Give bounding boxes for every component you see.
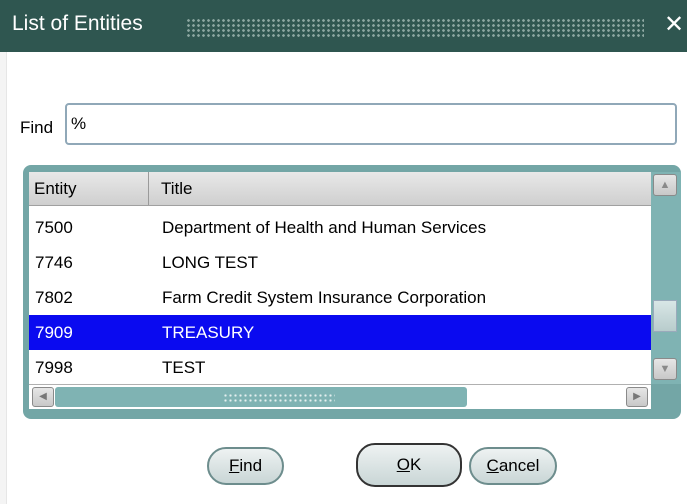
cell-entity: 7802 bbox=[35, 288, 73, 307]
ok-button[interactable]: OK bbox=[356, 443, 462, 487]
cell-title: LONG TEST bbox=[162, 253, 259, 272]
cell-title: TREASURY bbox=[162, 323, 255, 342]
list-row[interactable]: 7802 Farm Credit System Insurance Corpor… bbox=[29, 280, 651, 315]
column-header-title[interactable]: Title bbox=[149, 172, 651, 205]
find-button[interactable]: Find bbox=[207, 447, 284, 485]
left-edge bbox=[0, 52, 7, 504]
vertical-scroll-thumb[interactable] bbox=[653, 300, 677, 332]
list-header: Entity Title bbox=[29, 172, 651, 206]
cell-entity: 7909 bbox=[35, 323, 73, 342]
cancel-button[interactable]: Cancel bbox=[469, 447, 557, 485]
cell-title: Farm Credit System Insurance Corporation bbox=[162, 288, 487, 307]
find-button-mnemonic: F bbox=[228, 456, 240, 475]
cell-entity: 7746 bbox=[35, 253, 73, 272]
title-grip bbox=[186, 18, 644, 38]
list-row[interactable]: 7500 Department of Health and Human Serv… bbox=[29, 210, 651, 245]
cell-entity: 7500 bbox=[35, 218, 73, 237]
cell-title: Department of Health and Human Services bbox=[162, 218, 487, 237]
horizontal-scroll-thumb[interactable] bbox=[55, 387, 467, 407]
list-row[interactable]: 7998 TEST bbox=[29, 350, 651, 385]
vertical-scrollbar[interactable]: ▲ ▼ bbox=[651, 172, 681, 384]
title-bar[interactable]: List of Entities ✕ bbox=[0, 0, 687, 52]
entity-list: Entity Title 7500 Department of Health a… bbox=[29, 172, 651, 408]
cell-title: TEST bbox=[162, 358, 206, 377]
close-icon[interactable]: ✕ bbox=[662, 10, 686, 40]
ok-button-label: K bbox=[409, 455, 422, 474]
horizontal-scrollbar[interactable]: ◀ ▶ bbox=[29, 384, 651, 409]
arrow-left-icon[interactable]: ◀ bbox=[32, 387, 54, 407]
column-header-entity[interactable]: Entity bbox=[29, 172, 149, 205]
list-row-selected[interactable]: 7909 TREASURY bbox=[29, 315, 651, 350]
find-input[interactable] bbox=[65, 103, 677, 145]
find-label: Find bbox=[20, 118, 54, 137]
arrow-up-icon[interactable]: ▲ bbox=[653, 174, 677, 196]
arrow-right-icon[interactable]: ▶ bbox=[626, 387, 648, 407]
cancel-button-label: ancel bbox=[498, 456, 540, 475]
window-title: List of Entities bbox=[12, 12, 143, 35]
scroll-grip bbox=[223, 393, 335, 403]
cell-entity: 7998 bbox=[35, 358, 73, 377]
find-button-label: ind bbox=[239, 456, 263, 475]
arrow-down-icon[interactable]: ▼ bbox=[653, 358, 677, 380]
list-of-entities-dialog: List of Entities ✕ Find Entity Title 750… bbox=[0, 0, 687, 504]
cancel-button-mnemonic: C bbox=[486, 456, 499, 475]
ok-button-mnemonic: O bbox=[396, 455, 410, 474]
list-row[interactable]: 7746 LONG TEST bbox=[29, 245, 651, 280]
